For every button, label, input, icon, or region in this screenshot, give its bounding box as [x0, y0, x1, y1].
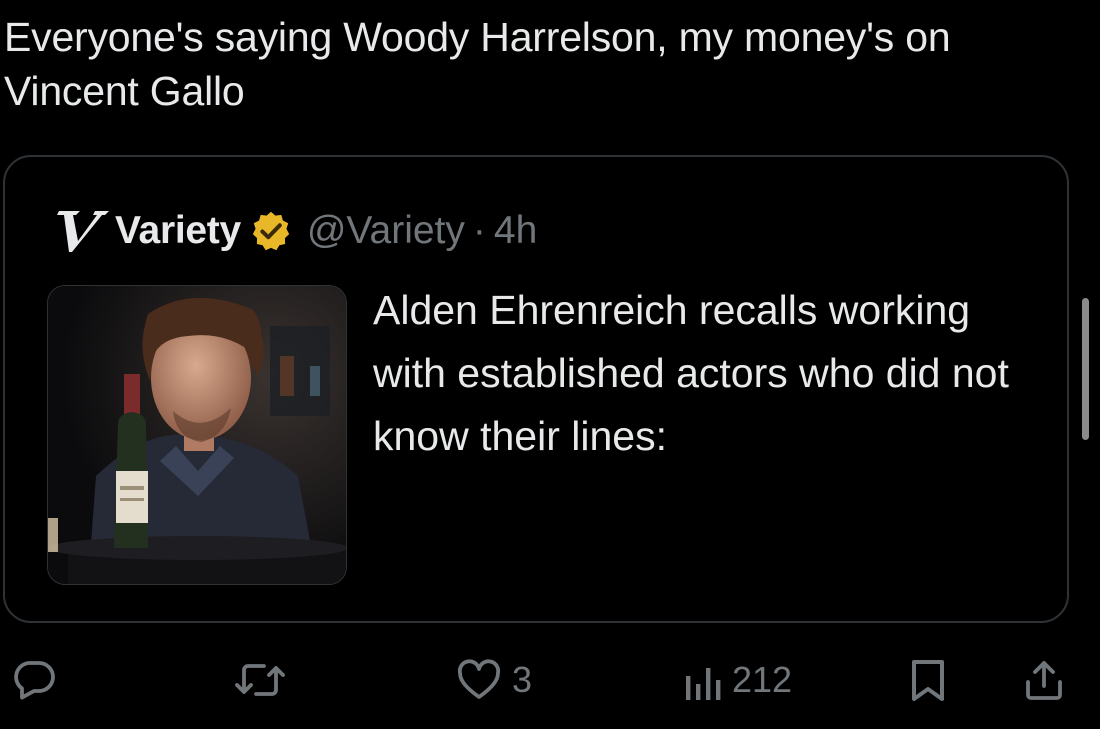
tweet-action-bar: 3 212: [0, 648, 1100, 712]
quoted-tweet-time[interactable]: 4h: [494, 209, 537, 253]
like-count: 3: [512, 659, 533, 700]
reply-icon: [14, 661, 55, 700]
quoted-author-handle[interactable]: @Variety: [307, 209, 465, 253]
heart-icon: [457, 659, 501, 699]
quoted-tweet-header: Variety @Variety · 4h: [53, 207, 537, 255]
share-button[interactable]: [1020, 648, 1068, 712]
bookmark-button[interactable]: [906, 648, 950, 712]
retweet-icon: [235, 664, 285, 696]
share-icon: [1026, 661, 1062, 700]
reply-button[interactable]: [10, 648, 58, 712]
actor-photo-image: [48, 286, 346, 584]
retweet-button[interactable]: [232, 648, 288, 712]
quoted-author-name[interactable]: Variety: [115, 209, 241, 253]
like-button[interactable]: 3: [454, 648, 532, 712]
views-count: 212: [732, 659, 793, 700]
tweet-text: Everyone's saying Woody Harrelson, my mo…: [4, 14, 951, 114]
bookmark-icon: [912, 660, 944, 701]
quoted-tweet-image[interactable]: [47, 285, 347, 585]
scrollbar-thumb[interactable]: [1082, 298, 1089, 440]
variety-logo-icon[interactable]: [53, 207, 113, 255]
views-icon: [686, 668, 721, 700]
views-button[interactable]: 212: [680, 648, 792, 712]
quoted-tweet-text: Alden Ehrenreich recalls working with es…: [373, 287, 1009, 459]
header-separator: ·: [472, 209, 486, 252]
quoted-tweet-card[interactable]: Variety @Variety · 4h Alden Ehrenreich r…: [3, 155, 1069, 623]
verified-badge-icon: [252, 211, 289, 251]
